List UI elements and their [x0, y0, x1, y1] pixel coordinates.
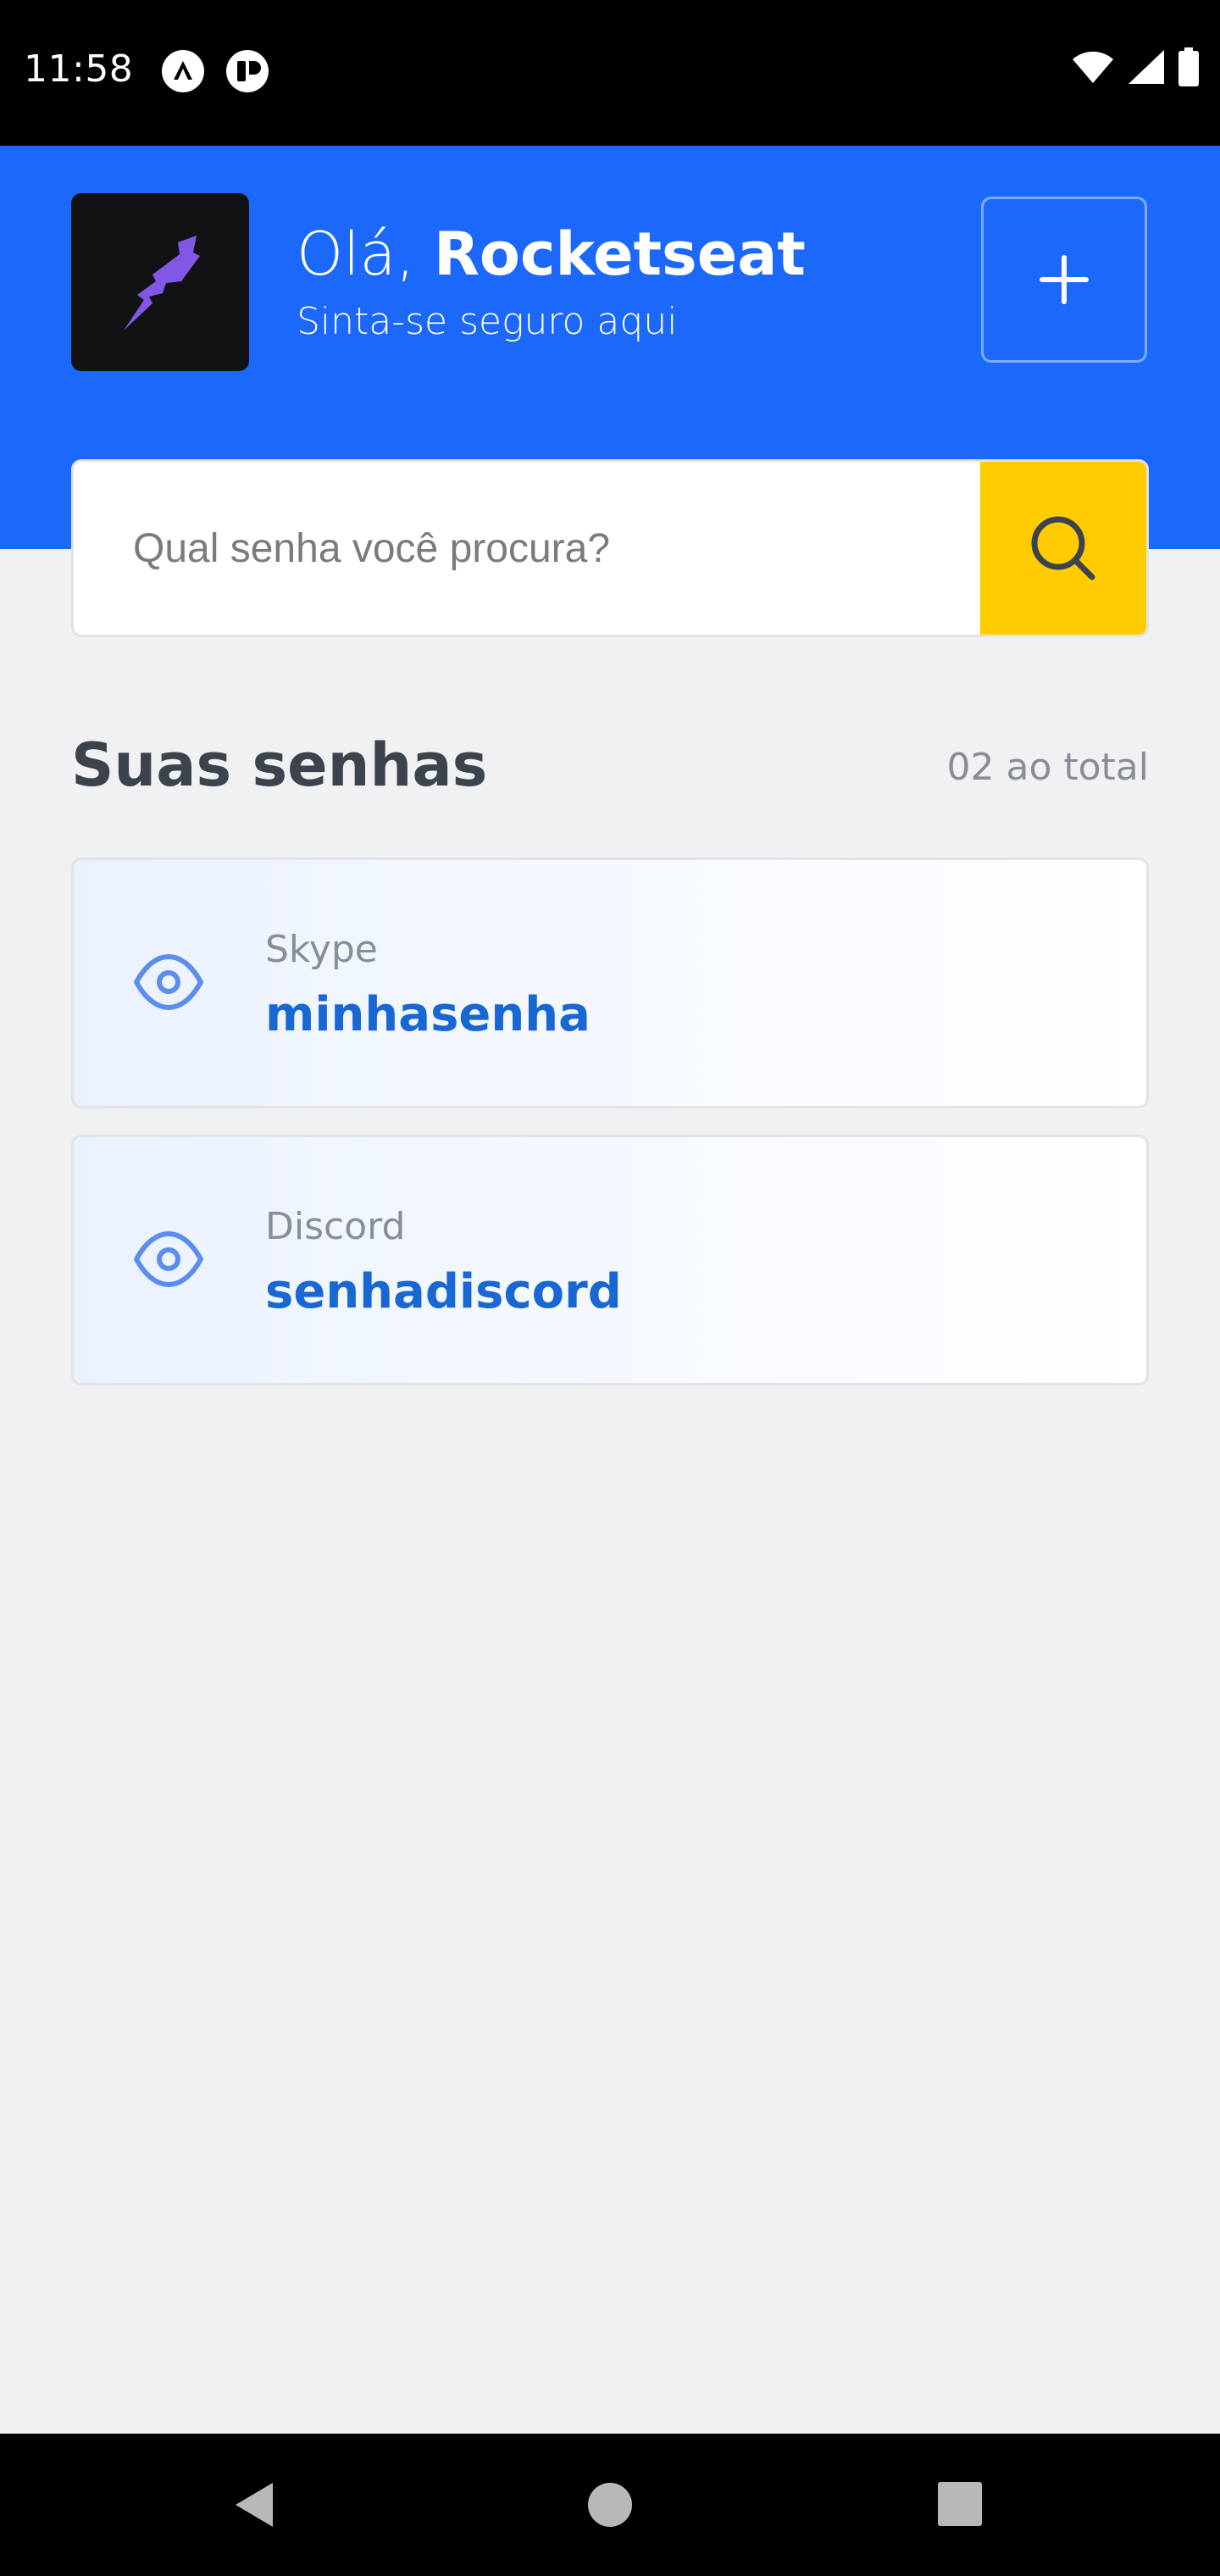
- search-icon: [1031, 516, 1095, 580]
- subtitle: Sinta-se seguro aqui: [297, 300, 678, 343]
- greeting: Olá, Rocketseat: [297, 219, 806, 290]
- service-name: Discord: [265, 1205, 406, 1248]
- password-value: minhasenha: [265, 987, 591, 1042]
- password-value: senhadiscord: [265, 1264, 622, 1319]
- add-password-button[interactable]: [981, 197, 1147, 363]
- plus-icon: [1040, 255, 1089, 304]
- signal-icon: [1128, 50, 1164, 84]
- service-name: Skype: [265, 928, 378, 971]
- eye-icon[interactable]: [133, 952, 204, 1013]
- react-icon: [226, 50, 269, 92]
- back-icon[interactable]: [230, 2478, 285, 2532]
- home-icon[interactable]: [586, 2481, 634, 2529]
- battery-icon: [1178, 47, 1199, 86]
- password-card[interactable]: Skype minhasenha: [71, 858, 1149, 1108]
- status-time: 11:58: [24, 47, 134, 91]
- password-count: 02 ao total: [946, 746, 1149, 789]
- section-title: Suas senhas: [71, 730, 488, 800]
- rocketseat-logo-icon: [124, 236, 200, 330]
- search-bar: [71, 459, 1149, 637]
- search-input[interactable]: [74, 462, 985, 635]
- greeting-prefix: Olá,: [297, 219, 434, 289]
- status-bar: 11:58: [0, 0, 1220, 146]
- eye-icon[interactable]: [133, 1229, 204, 1290]
- expo-icon: [162, 50, 204, 92]
- recents-icon[interactable]: [937, 2481, 983, 2527]
- wifi-icon: [1073, 51, 1113, 83]
- status-indicators: [1071, 47, 1200, 86]
- user-name: Rocketseat: [433, 219, 806, 289]
- password-card[interactable]: Discord senhadiscord: [71, 1135, 1149, 1385]
- avatar: [71, 193, 249, 371]
- search-button[interactable]: [980, 462, 1146, 635]
